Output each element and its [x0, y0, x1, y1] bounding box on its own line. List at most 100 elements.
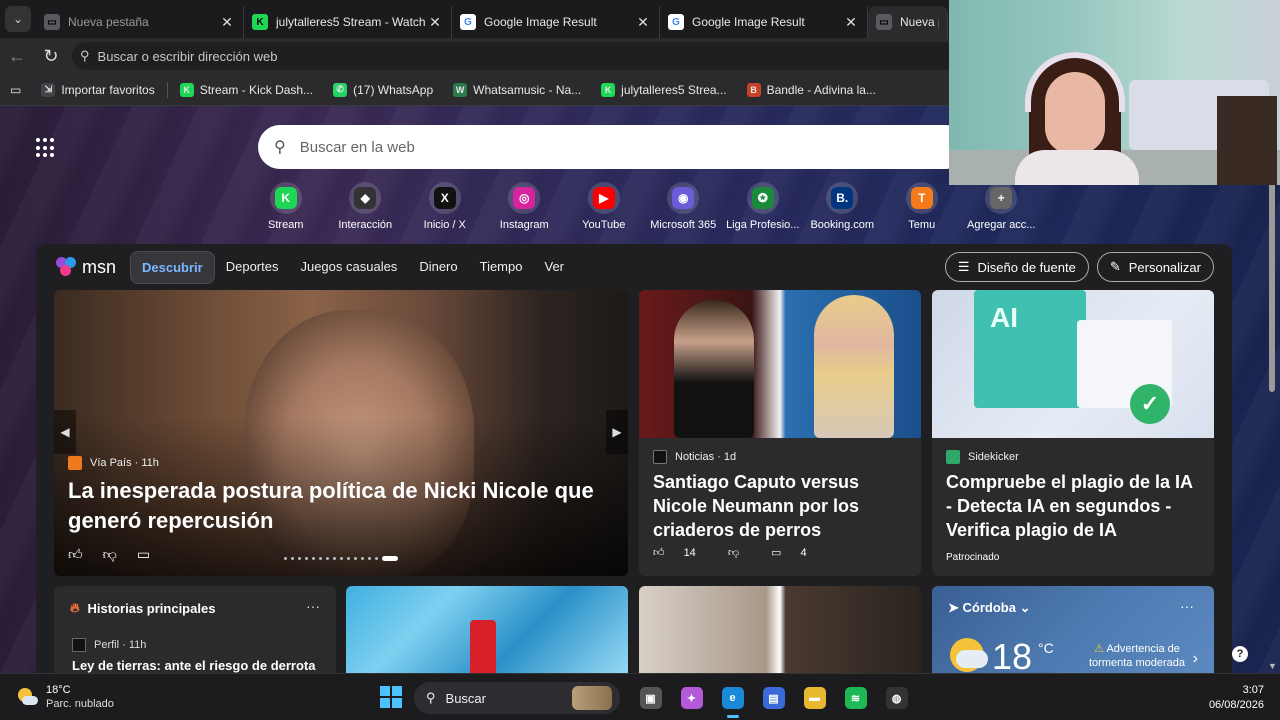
- taskbar-weather-widget[interactable]: 18°C Parc. nublado: [16, 683, 114, 711]
- personalize-label: Personalizar: [1128, 259, 1201, 275]
- close-icon[interactable]: ✕: [427, 14, 443, 31]
- close-icon[interactable]: ✕: [219, 14, 235, 31]
- quick-link[interactable]: ◎ Instagram: [485, 182, 565, 231]
- sponsored-card-headline[interactable]: Compruebe el plagio de la IA - Detecta I…: [946, 470, 1202, 542]
- quick-link-icon-wrap: ✪: [746, 182, 779, 214]
- news-card-age: 1d: [723, 451, 737, 463]
- taskbar-weather-desc: Parc. nublado: [46, 698, 114, 710]
- msn-tab-ver[interactable]: Ver: [533, 251, 575, 284]
- quick-link[interactable]: ◉ Microsoft 365: [644, 182, 724, 231]
- chevron-right-icon[interactable]: ›: [1193, 650, 1198, 668]
- bookmark-item[interactable]: Kjulytalleres5 Strea...: [591, 74, 736, 106]
- copilot-icon: ✦: [680, 687, 703, 709]
- chevron-right-icon: ▶: [612, 425, 622, 439]
- page-scrollbar[interactable]: ▼: [1268, 106, 1277, 673]
- close-icon[interactable]: ✕: [635, 14, 651, 31]
- taskbar-app[interactable]: ✦: [671, 682, 712, 714]
- search-icon: ⚲: [80, 48, 90, 63]
- tab-actions-menu[interactable]: ⌄: [0, 0, 36, 38]
- taskbar-search[interactable]: ⚲ Buscar: [414, 682, 620, 714]
- msn-tab-deportes[interactable]: Deportes: [215, 251, 290, 284]
- pencil-icon: ✎: [1109, 259, 1121, 274]
- web-search-box[interactable]: ⚲ Buscar en la web: [258, 125, 968, 169]
- msn-tab-tiempo[interactable]: Tiempo: [469, 251, 534, 284]
- close-icon[interactable]: ✕: [843, 14, 859, 31]
- carousel-prev-button[interactable]: ◀: [54, 410, 76, 454]
- bookmark-label: (17) WhatsApp: [353, 82, 434, 97]
- quick-link[interactable]: ▶ YouTube: [564, 182, 644, 231]
- more-options-icon[interactable]: ···: [1180, 598, 1194, 614]
- taskbar-app[interactable]: ▣: [630, 682, 671, 714]
- weather-warning[interactable]: ⚠ Advertencia de tormenta moderada: [1082, 642, 1192, 670]
- feed-layout-button[interactable]: ☰ Diseño de fuente: [944, 252, 1089, 282]
- hero-source-name: Vía País: [90, 457, 132, 469]
- thumbs-down-icon[interactable]: 👎︎: [103, 546, 117, 563]
- bookmark-item[interactable]: W Whatsamusic - Na...: [443, 74, 591, 106]
- quick-link-icon-wrap: ◎: [508, 182, 541, 214]
- people-card[interactable]: [639, 586, 921, 673]
- comments-button[interactable]: ▭ 4: [771, 546, 823, 559]
- weather-card[interactable]: ➤ Córdoba ⌄ ··· 18 °C ⚠ Advertencia de t…: [932, 586, 1214, 673]
- taskbar-app[interactable]: ≋: [835, 682, 876, 714]
- taskbar-app[interactable]: ▬: [794, 682, 835, 714]
- bookmark-item[interactable]: B Bandle - Adivina la...: [737, 74, 886, 106]
- hero-carousel[interactable]: ◀ ▶ Vía País · 11h La inesperada postura…: [54, 290, 628, 576]
- bookmark-item[interactable]: ✆ (17) WhatsApp: [323, 74, 443, 106]
- browser-tab[interactable]: ▭ Nueva pestaña: [868, 6, 948, 38]
- reading-list-button[interactable]: ▭: [0, 74, 31, 106]
- bookmark-item[interactable]: ⇲ Importar favoritos: [31, 74, 164, 106]
- browser-tab[interactable]: G Google Image Result ✕: [660, 6, 868, 38]
- reading-list-icon: ▭: [10, 82, 22, 97]
- dislike-button[interactable]: 👎︎: [728, 546, 755, 559]
- quick-link[interactable]: + Agregar acc...: [962, 182, 1042, 231]
- windows-start-icon[interactable]: [380, 686, 402, 708]
- weather-location[interactable]: ➤ Córdoba ⌄: [948, 600, 1030, 616]
- thumbs-up-icon[interactable]: 👍︎: [68, 546, 83, 563]
- top-stories-card[interactable]: 🔥︎ Historias principales ··· Perfil · 11h…: [54, 586, 336, 673]
- tab-title: Google Image Result: [484, 15, 597, 29]
- quick-link[interactable]: K Stream: [246, 182, 326, 231]
- bookmark-item[interactable]: K Stream - Kick Dash...: [170, 74, 323, 106]
- browser-tab[interactable]: G Google Image Result ✕: [452, 6, 660, 38]
- carousel-dots[interactable]: [284, 556, 398, 561]
- sponsored-card-ai[interactable]: AI ✓ Sidekicker Compruebe el plagio de l…: [932, 290, 1214, 576]
- glacier-card[interactable]: [346, 586, 628, 673]
- msn-tab-dinero[interactable]: Dinero: [408, 251, 468, 284]
- taskbar-app[interactable]: e: [712, 682, 753, 718]
- msn-tab-juegos-casuales[interactable]: Juegos casuales: [289, 251, 408, 284]
- sliders-icon: ☰: [957, 259, 970, 274]
- reload-button[interactable]: ↻: [34, 38, 68, 74]
- news-card-caputo[interactable]: Noticias · 1d Santiago Caputo versus Nic…: [639, 290, 921, 576]
- quick-link[interactable]: ✪ Liga Profesio...: [723, 182, 803, 231]
- location-arrow-icon: ➤: [948, 600, 963, 615]
- bookmark-label: Bandle - Adivina la...: [766, 82, 876, 97]
- more-options-icon[interactable]: ···: [306, 598, 320, 614]
- story-headline[interactable]: Ley de tierras: ante el riesgo de derrot…: [72, 658, 315, 673]
- quick-link[interactable]: B. Booking.com: [803, 182, 883, 231]
- personalize-button[interactable]: ✎ Personalizar: [1096, 252, 1214, 282]
- taskbar-app[interactable]: ▤: [753, 682, 794, 714]
- quick-link[interactable]: ◆ Interacción: [326, 182, 406, 231]
- like-button[interactable]: 👍︎ 14: [653, 546, 712, 559]
- x-icon: X: [433, 187, 456, 209]
- edge-icon: e: [721, 687, 744, 709]
- back-button[interactable]: ←: [0, 38, 34, 74]
- scroll-down-icon[interactable]: ▼: [1268, 661, 1277, 671]
- hero-headline[interactable]: La inesperada postura política de Nicki …: [68, 476, 608, 536]
- quick-link[interactable]: T Temu: [882, 182, 962, 231]
- comment-icon[interactable]: ▭: [137, 546, 150, 563]
- taskbar-app[interactable]: ◍: [876, 682, 917, 714]
- taskbar-clock[interactable]: 3:07 06/08/2026: [1209, 683, 1264, 713]
- msn-logo[interactable]: msn: [56, 257, 116, 278]
- address-bar[interactable]: ⚲ Buscar o escribir dirección web: [72, 42, 972, 70]
- browser-tab[interactable]: ▭ Nueva pestaña ✕: [36, 6, 244, 38]
- carousel-next-button[interactable]: ▶: [606, 410, 628, 454]
- browser-tab[interactable]: Kjulytalleres5 Stream - Watch Live✕: [244, 6, 452, 38]
- help-icon[interactable]: ?: [1232, 646, 1248, 662]
- msn-tab-descubrir[interactable]: Descubrir: [130, 250, 215, 284]
- quick-link[interactable]: X Inicio / X: [405, 182, 485, 231]
- news-card-headline[interactable]: Santiago Caputo versus Nicole Neumann po…: [653, 470, 909, 542]
- weather-temp: 18: [992, 636, 1033, 673]
- apps-launcher-icon[interactable]: [36, 138, 56, 158]
- via-pais-icon: [68, 456, 82, 470]
